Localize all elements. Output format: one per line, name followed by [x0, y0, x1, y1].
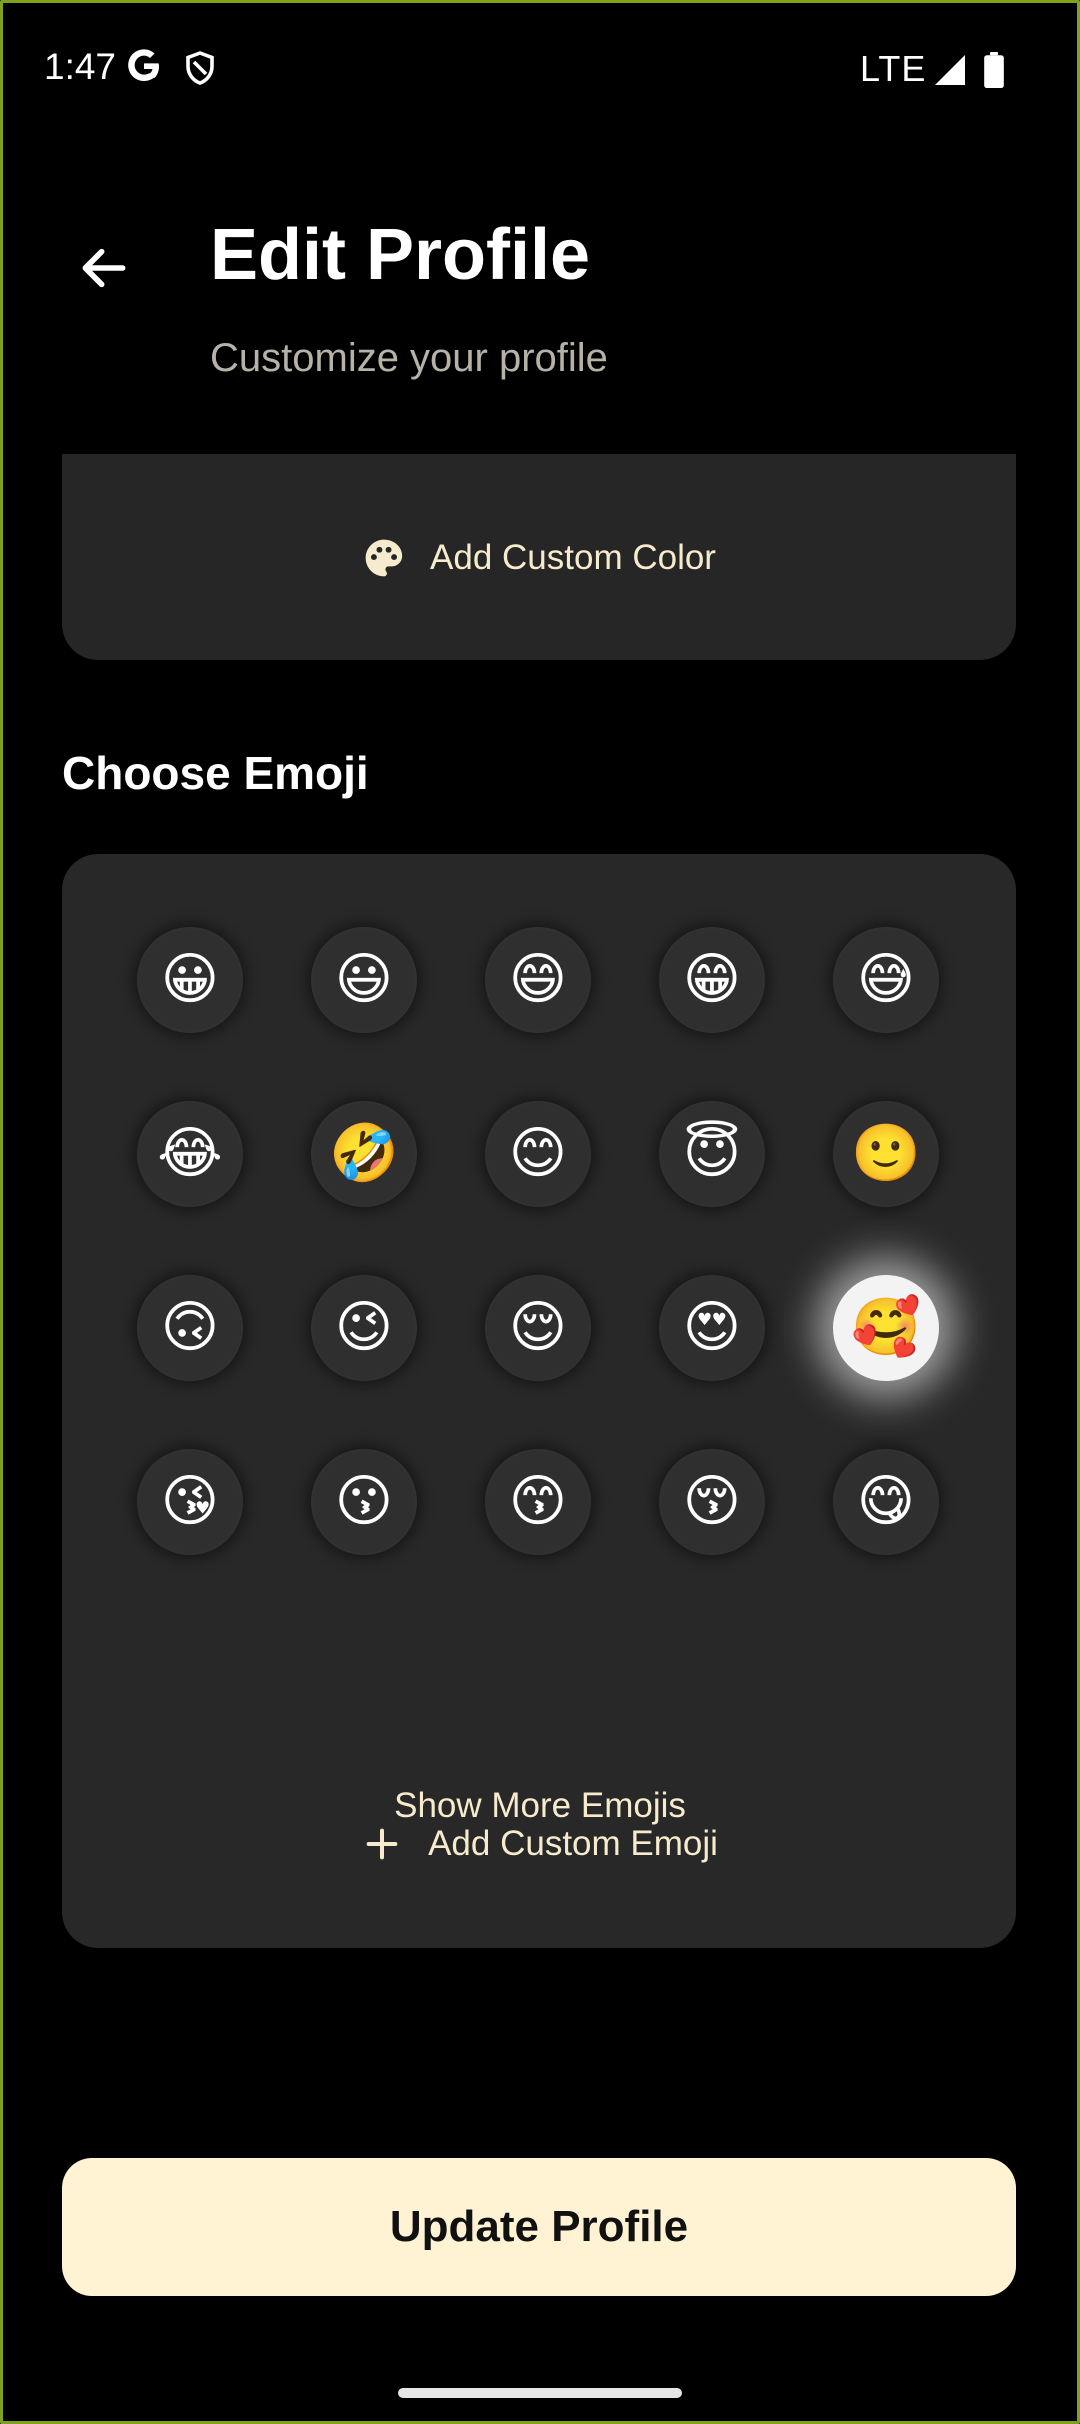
signal-icon — [935, 55, 965, 85]
emoji-option[interactable]: 😙 — [485, 1449, 591, 1555]
emoji-option[interactable]: 😍 — [659, 1275, 765, 1381]
status-time: 1:47 — [44, 46, 117, 87]
plus-icon — [366, 1828, 398, 1860]
emoji-option[interactable]: 😁 — [659, 927, 765, 1033]
emoji-option[interactable]: 😅 — [833, 927, 939, 1033]
update-profile-button[interactable]: Update Profile — [62, 2158, 1016, 2296]
emoji-option[interactable]: 😗 — [311, 1449, 417, 1555]
google-icon — [128, 49, 159, 81]
page-subtitle: Customize your profile — [210, 336, 608, 380]
emoji-option[interactable]: 😊 — [485, 1101, 591, 1207]
emoji-grid: 😀 😃 😄 😁 😅 😂 🤣 😊 😇 🙂 🙃 😉 😌 😍 🥰 😘 😗 😙 😚 😋 — [62, 854, 1016, 1948]
back-arrow-icon[interactable] — [76, 240, 132, 296]
add-custom-emoji-button[interactable]: Add Custom Emoji — [0, 1804, 1080, 1884]
add-custom-emoji-label: Add Custom Emoji — [428, 1824, 718, 1863]
emoji-option[interactable]: 😄 — [485, 927, 591, 1033]
emoji-option[interactable]: 😃 — [311, 927, 417, 1033]
emoji-card: 😀 😃 😄 😁 😅 😂 🤣 😊 😇 🙂 🙃 😉 😌 😍 🥰 😘 😗 😙 😚 😋 — [62, 854, 1016, 1948]
choose-emoji-heading: Choose Emoji — [62, 747, 369, 799]
battery-icon — [984, 52, 1004, 88]
emoji-option[interactable]: 😌 — [485, 1275, 591, 1381]
emoji-option[interactable]: 😋 — [833, 1449, 939, 1555]
add-custom-color-button[interactable]: Add Custom Color — [62, 518, 1016, 598]
shield-icon — [186, 51, 214, 85]
emoji-option[interactable]: 😘 — [137, 1449, 243, 1555]
network-type: LTE — [860, 48, 927, 89]
emoji-option[interactable]: 🤣 — [311, 1101, 417, 1207]
color-card: Add Custom Color — [62, 454, 1016, 660]
emoji-option-selected[interactable]: 🥰 — [833, 1275, 939, 1381]
page-title: Edit Profile — [210, 215, 591, 295]
palette-icon — [365, 539, 403, 577]
emoji-option[interactable]: 🙂 — [833, 1101, 939, 1207]
emoji-option[interactable]: 😀 — [137, 927, 243, 1033]
add-custom-color-label: Add Custom Color — [430, 538, 716, 577]
emoji-option[interactable]: 😉 — [311, 1275, 417, 1381]
emoji-option[interactable]: 😂 — [137, 1101, 243, 1207]
emoji-option[interactable]: 🙃 — [137, 1275, 243, 1381]
emoji-option[interactable]: 😚 — [659, 1449, 765, 1555]
status-bar: 1:47 LTE — [0, 0, 1080, 140]
emoji-option[interactable]: 😇 — [659, 1101, 765, 1207]
home-indicator — [398, 2388, 682, 2398]
